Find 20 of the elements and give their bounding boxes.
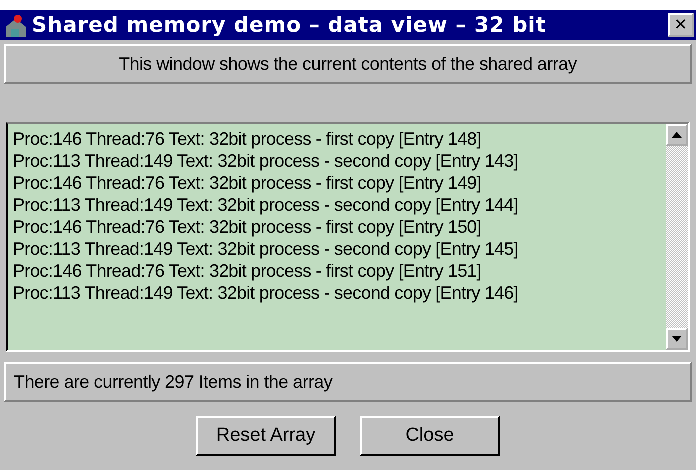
scroll-up-icon bbox=[672, 132, 682, 138]
close-button[interactable]: ✕ bbox=[668, 13, 694, 37]
list-item[interactable]: Proc:113 Thread:149 Text: 32bit process - second copy [Entry 144] bbox=[13, 194, 662, 216]
list-item[interactable]: Proc:113 Thread:149 Text: 32bit process - second copy [Entry 145] bbox=[13, 238, 662, 260]
house-icon bbox=[4, 13, 28, 37]
scroll-up-button[interactable] bbox=[666, 124, 688, 146]
list-item[interactable]: Proc:113 Thread:149 Text: 32bit process - second copy [Entry 143] bbox=[13, 150, 662, 172]
header-text: This window shows the current contents of the shared array bbox=[119, 54, 577, 74]
list-item[interactable]: Proc:146 Thread:76 Text: 32bit process - first copy [Entry 151] bbox=[13, 260, 662, 282]
list-item[interactable]: Proc:146 Thread:76 Text: 32bit process - first copy [Entry 150] bbox=[13, 216, 662, 238]
window-title: Shared memory demo – data view – 32 bit bbox=[32, 13, 548, 37]
list-item[interactable]: Proc:113 Thread:149 Text: 32bit process - second copy [Entry 146] bbox=[13, 282, 662, 304]
close-dialog-button[interactable]: Close bbox=[360, 416, 500, 456]
reset-button[interactable]: Reset Array bbox=[196, 416, 336, 456]
scrollbar[interactable] bbox=[666, 124, 688, 350]
list-item[interactable]: Proc:146 Thread:76 Text: 32bit process - first copy [Entry 149] bbox=[13, 172, 662, 194]
scroll-down-icon bbox=[672, 336, 682, 342]
scroll-down-button[interactable] bbox=[666, 328, 688, 350]
list-item[interactable]: Proc:146 Thread:76 Text: 32bit process - first copy [Entry 148] bbox=[13, 128, 662, 150]
status-text: There are currently 297 Items in the array bbox=[14, 372, 333, 392]
